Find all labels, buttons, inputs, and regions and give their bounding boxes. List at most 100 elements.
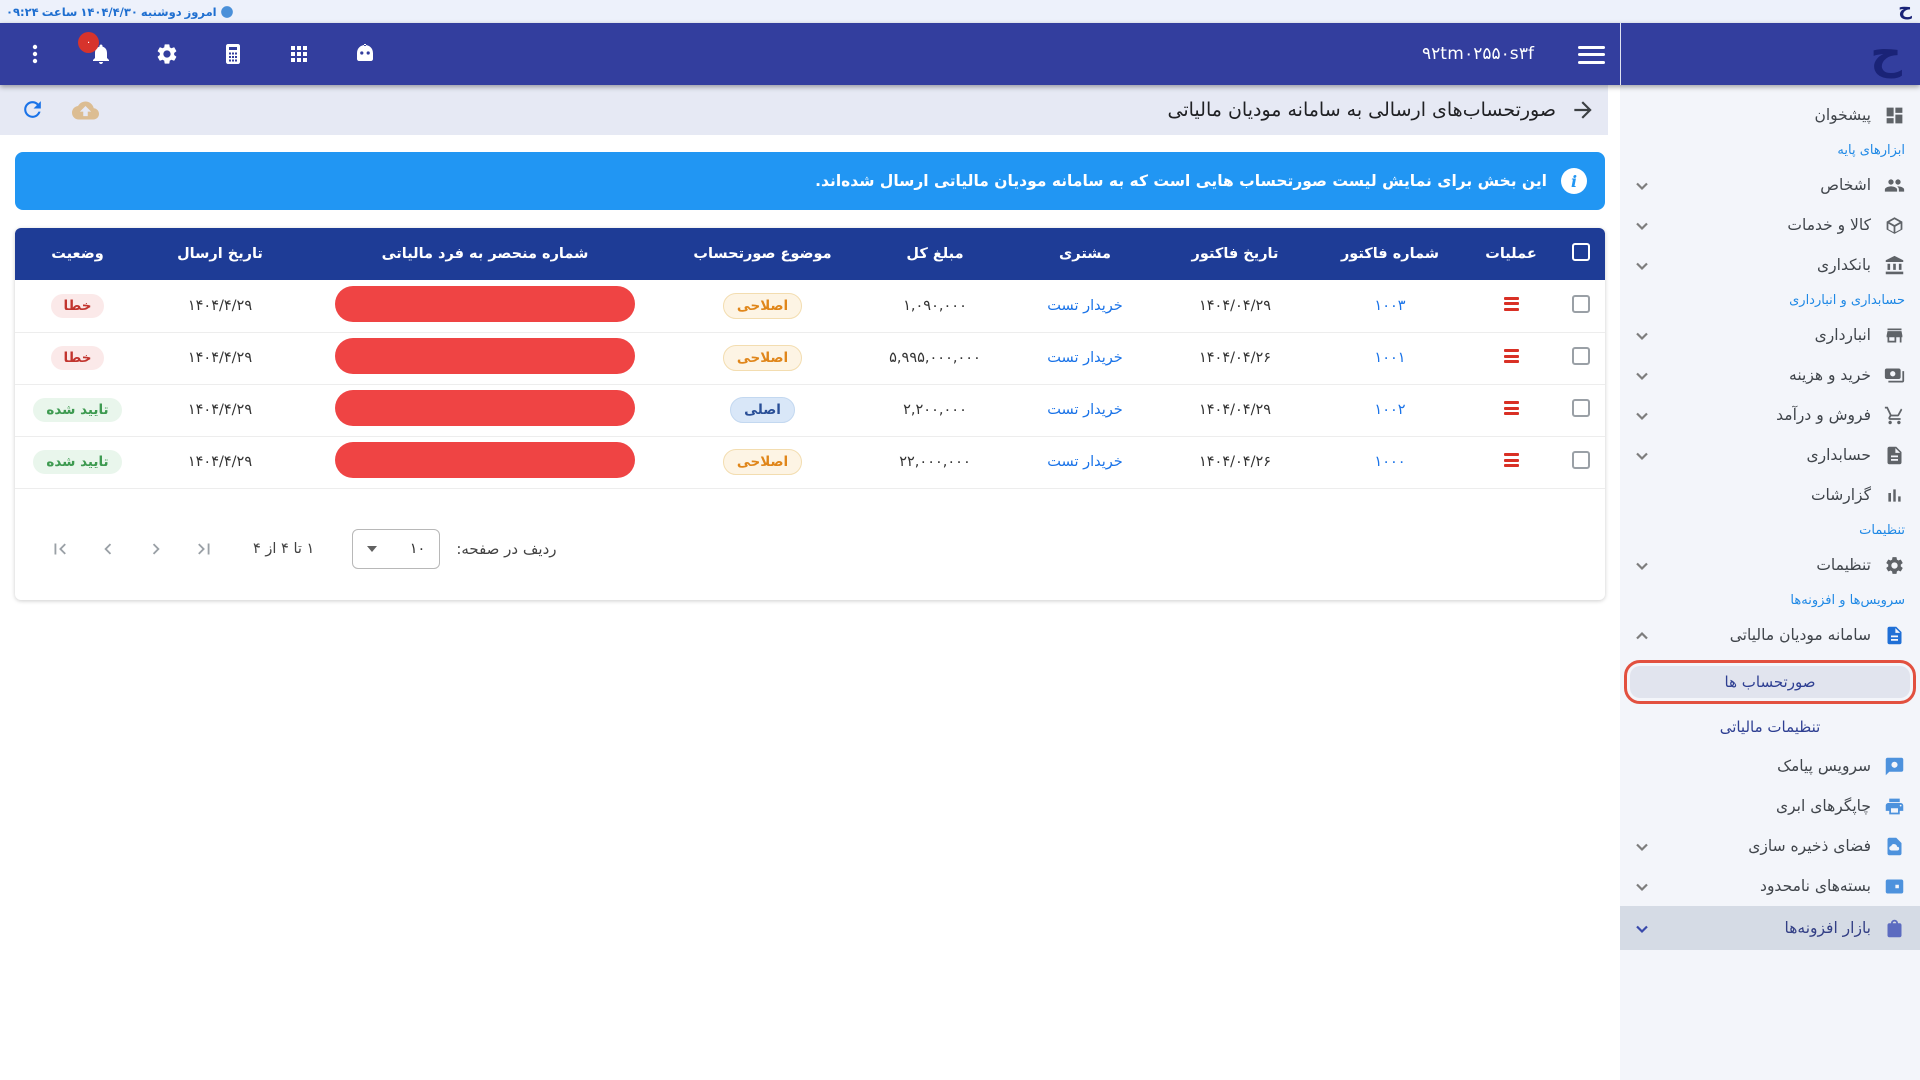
- table-header-row: عملیات شماره فاکتور تاریخ فاکتور مشتری م…: [15, 228, 1605, 280]
- chevron-down-icon: [1635, 448, 1649, 462]
- page-header: صورتحساب‌های ارسالی به سامانه مودیان مال…: [0, 85, 1608, 135]
- customer-link[interactable]: خریدار تست: [1047, 454, 1122, 470]
- pagination-range: ۱ تا ۴ از ۴: [253, 541, 314, 557]
- row-operations-menu-icon[interactable]: [1504, 294, 1519, 313]
- customer-link[interactable]: خریدار تست: [1047, 350, 1122, 366]
- sidebar-item-label: پیشخوان: [1814, 106, 1871, 124]
- header-select-all: [1557, 228, 1605, 280]
- invoice-number-link[interactable]: ۱۰۰۳: [1374, 298, 1405, 314]
- status-badge: تایید شده: [33, 398, 121, 422]
- subject-badge: اصلاحی: [723, 449, 802, 475]
- col-sent-date: تاریخ ارسال: [140, 228, 300, 280]
- invoices-table-card: عملیات شماره فاکتور تاریخ فاکتور مشتری م…: [15, 228, 1605, 600]
- invoice-date: ۱۴۰۴/۰۴/۲۶: [1155, 436, 1315, 488]
- sidebar-item-sales-income[interactable]: فروش و درآمد: [1620, 395, 1920, 435]
- first-page-icon[interactable]: [49, 538, 71, 560]
- navbar-icon-group: ۰: [22, 23, 378, 85]
- last-page-icon[interactable]: [193, 538, 215, 560]
- gear-icon[interactable]: [154, 41, 180, 67]
- table-row: ۱۰۰۲ ۱۴۰۴/۰۴/۲۹ خریدار تست ۲,۲۰۰,۰۰۰ اصل…: [15, 384, 1605, 436]
- workspace-id[interactable]: ۹۲tm۰۲۵۵۰s۳f: [1422, 23, 1534, 85]
- row-checkbox[interactable]: [1572, 399, 1590, 417]
- kebab-menu-icon[interactable]: [22, 41, 48, 67]
- chevron-down-icon: [1635, 258, 1649, 272]
- sidebar-item-warehousing[interactable]: انبارداری: [1620, 315, 1920, 355]
- calculator-icon[interactable]: [220, 41, 246, 67]
- sidebar-item-label: فضای ذخیره سازی: [1748, 837, 1871, 855]
- back-arrow-icon[interactable]: [1570, 97, 1596, 123]
- sidebar-item-persons[interactable]: اشخاص: [1620, 165, 1920, 205]
- chevron-down-icon: [1635, 558, 1649, 572]
- invoice-number-link[interactable]: ۱۰۰۲: [1374, 402, 1405, 418]
- sidebar-item-label: بانکداری: [1817, 256, 1871, 274]
- customer-link[interactable]: خریدار تست: [1047, 298, 1122, 314]
- col-invoice-number: شماره فاکتور: [1315, 228, 1465, 280]
- shopping-bag-icon: [1884, 918, 1905, 939]
- total-amount: ۲۲,۰۰۰,۰۰۰: [855, 436, 1015, 488]
- sidebar-item-goods-services[interactable]: کالا و خدمات: [1620, 205, 1920, 245]
- invoice-number-link[interactable]: ۱۰۰۱: [1374, 350, 1405, 366]
- sidebar-item-addons-market[interactable]: بازار افزونه‌ها: [1620, 906, 1920, 950]
- sidebar-item-cloud-printers[interactable]: چاپگرهای ابری: [1620, 786, 1920, 826]
- sidebar-item-tax-moadian-system[interactable]: سامانه مودیان مالیاتی: [1620, 615, 1920, 655]
- time-value: ۰۹:۲۴: [6, 5, 39, 19]
- customer-link[interactable]: خریدار تست: [1047, 402, 1122, 418]
- col-unique-tax-id: شماره منحصر به فرد مالیاتی: [300, 228, 670, 280]
- previous-page-icon[interactable]: [97, 538, 119, 560]
- sent-date: ۱۴۰۴/۴/۲۹: [140, 436, 300, 488]
- printer-icon: [1884, 796, 1905, 817]
- sidebar-item-unlimited-packages[interactable]: بسته‌های نامحدود: [1620, 866, 1920, 906]
- chevron-down-icon: [1635, 328, 1649, 342]
- row-checkbox[interactable]: [1572, 295, 1590, 313]
- rows-per-page-select[interactable]: ۱۰: [352, 529, 440, 569]
- hamburger-menu-icon[interactable]: [1578, 41, 1605, 67]
- sidebar-item-storage-space[interactable]: فضای ذخیره سازی: [1620, 826, 1920, 866]
- sidebar-item-sms-service[interactable]: سرویس پیامک: [1620, 746, 1920, 786]
- select-all-checkbox[interactable]: [1572, 243, 1590, 261]
- sidebar-item-settings[interactable]: تنظیمات: [1620, 545, 1920, 585]
- sent-date: ۱۴۰۴/۴/۲۹: [140, 384, 300, 436]
- brand-logo-large: ح: [1870, 25, 1902, 83]
- unique-tax-id-redacted: [335, 338, 635, 374]
- select-caret-icon: [367, 546, 377, 552]
- invoices-table: عملیات شماره فاکتور تاریخ فاکتور مشتری م…: [15, 228, 1605, 489]
- status-badge: خطا: [51, 294, 105, 318]
- next-page-icon[interactable]: [145, 538, 167, 560]
- status-badge: خطا: [51, 346, 105, 370]
- refresh-icon[interactable]: [20, 97, 46, 123]
- info-icon: i: [1561, 168, 1587, 194]
- row-checkbox[interactable]: [1572, 347, 1590, 365]
- chevron-down-icon: [1635, 178, 1649, 192]
- row-operations-menu-icon[interactable]: [1504, 399, 1519, 418]
- brand-logo-small: ح: [1898, 0, 1912, 20]
- sms-chat-icon: [1884, 756, 1905, 777]
- row-operations-menu-icon[interactable]: [1504, 347, 1519, 366]
- invoice-number-link[interactable]: ۱۰۰۰: [1374, 454, 1405, 470]
- storefront-icon: [1884, 325, 1905, 346]
- sidebar-item-banking[interactable]: بانکداری: [1620, 245, 1920, 285]
- annotation-highlight-box: صورتحساب ها: [1624, 660, 1916, 704]
- sidebar-subitem-tax-settings[interactable]: تنظیمات مالیاتی: [1620, 708, 1920, 746]
- sidebar-item-accounting[interactable]: حسابداری: [1620, 435, 1920, 475]
- sidebar-item-purchase-expense[interactable]: خرید و هزینه: [1620, 355, 1920, 395]
- sidebar-item-label: بازار افزونه‌ها: [1784, 919, 1871, 937]
- row-operations-menu-icon[interactable]: [1504, 451, 1519, 470]
- current-datetime: امروزدوشنبه ۱۴۰۴/۴/۳۰ساعت۰۹:۲۴: [6, 0, 234, 23]
- sidebar-item-dashboard[interactable]: پیشخوان: [1620, 95, 1920, 135]
- robot-assistant-icon[interactable]: [352, 41, 378, 67]
- rows-per-page-label: ردیف در صفحه:: [456, 540, 556, 558]
- sidebar-item-label: انبارداری: [1815, 326, 1871, 344]
- row-checkbox[interactable]: [1572, 451, 1590, 469]
- pager-controls: [49, 538, 215, 560]
- unique-tax-id-redacted: [335, 286, 635, 322]
- sidebar-item-reports[interactable]: گزارشات: [1620, 475, 1920, 515]
- sidebar-item-label: فروش و درآمد: [1776, 406, 1871, 424]
- package-icon: [1884, 215, 1905, 236]
- notifications-bell-icon[interactable]: ۰: [88, 41, 114, 67]
- apps-grid-icon[interactable]: [286, 41, 312, 67]
- cloud-upload-icon[interactable]: [72, 97, 98, 123]
- sent-date: ۱۴۰۴/۴/۲۹: [140, 280, 300, 332]
- main-content: صورتحساب‌های ارسالی به سامانه مودیان مال…: [0, 85, 1608, 1080]
- sidebar-subitem-invoices[interactable]: صورتحساب ها: [1630, 666, 1910, 698]
- rows-per-page-value: ۱۰: [410, 541, 426, 557]
